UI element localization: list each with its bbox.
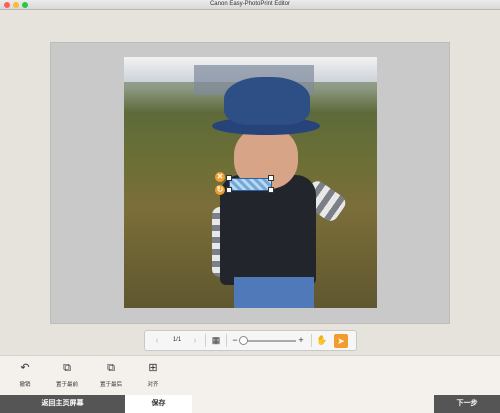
back-to-home-button[interactable]: 返回主页屏幕 [0,395,125,413]
next-page-icon[interactable]: › [189,331,201,350]
undo-button[interactable]: ↶ 撤销 [5,360,45,388]
resize-handle-top-right[interactable] [268,175,274,181]
align-label: 对齐 [147,382,159,388]
window-title: Canon Easy-PhotoPrint Editor [209,1,291,7]
divider [311,334,312,347]
next-button[interactable]: 下一步 [434,395,500,413]
resize-handle-bottom-left[interactable] [226,187,232,193]
selected-stamp[interactable] [229,178,272,191]
delete-stamp-icon[interactable]: ✕ [215,172,225,182]
bring-to-front-label: 置于最前 [55,382,78,388]
zoom-slider[interactable] [242,340,296,342]
resize-handle-bottom-right[interactable] [268,187,274,193]
align-button[interactable]: ⊞ 对齐 [133,360,173,388]
divider [226,334,227,347]
pointer-tool-icon[interactable]: ➤ [334,334,348,348]
hand-tool-icon[interactable]: ✋ [315,331,329,350]
photo-hat [224,77,310,125]
photo-pants [234,277,314,308]
title-bar: Canon Easy-PhotoPrint Editor [0,0,500,10]
undo-icon: ↶ [20,362,30,374]
rotate-stamp-icon[interactable]: ↻ [215,185,225,195]
align-icon: ⊞ [148,362,158,374]
zoom-slider-knob[interactable] [239,336,248,345]
bottom-bar: 返回主页屏幕 保存 下一步 [0,395,500,413]
edit-toolbar: ↶ 撤销 ⧉ 置于最前 ⧉ 置于最后 ⊞ 对齐 [0,355,500,395]
page-indicator: 1/1 [172,337,182,343]
undo-label: 撤销 [19,382,31,388]
divider [205,334,206,347]
send-to-back-label: 置于最后 [99,382,122,388]
resize-handle-top-left[interactable] [226,175,232,181]
page-list-grid-icon[interactable]: ▦ [209,331,223,350]
save-button[interactable]: 保存 [125,395,192,413]
send-to-back-icon: ⧉ [107,362,115,374]
previous-page-icon[interactable]: ‹ [151,331,163,350]
zoom-in-icon[interactable]: + [295,331,307,350]
send-to-back-button[interactable]: ⧉ 置于最后 [91,360,131,388]
bring-to-front-icon: ⧉ [63,362,71,374]
bring-to-front-button[interactable]: ⧉ 置于最前 [47,360,87,388]
